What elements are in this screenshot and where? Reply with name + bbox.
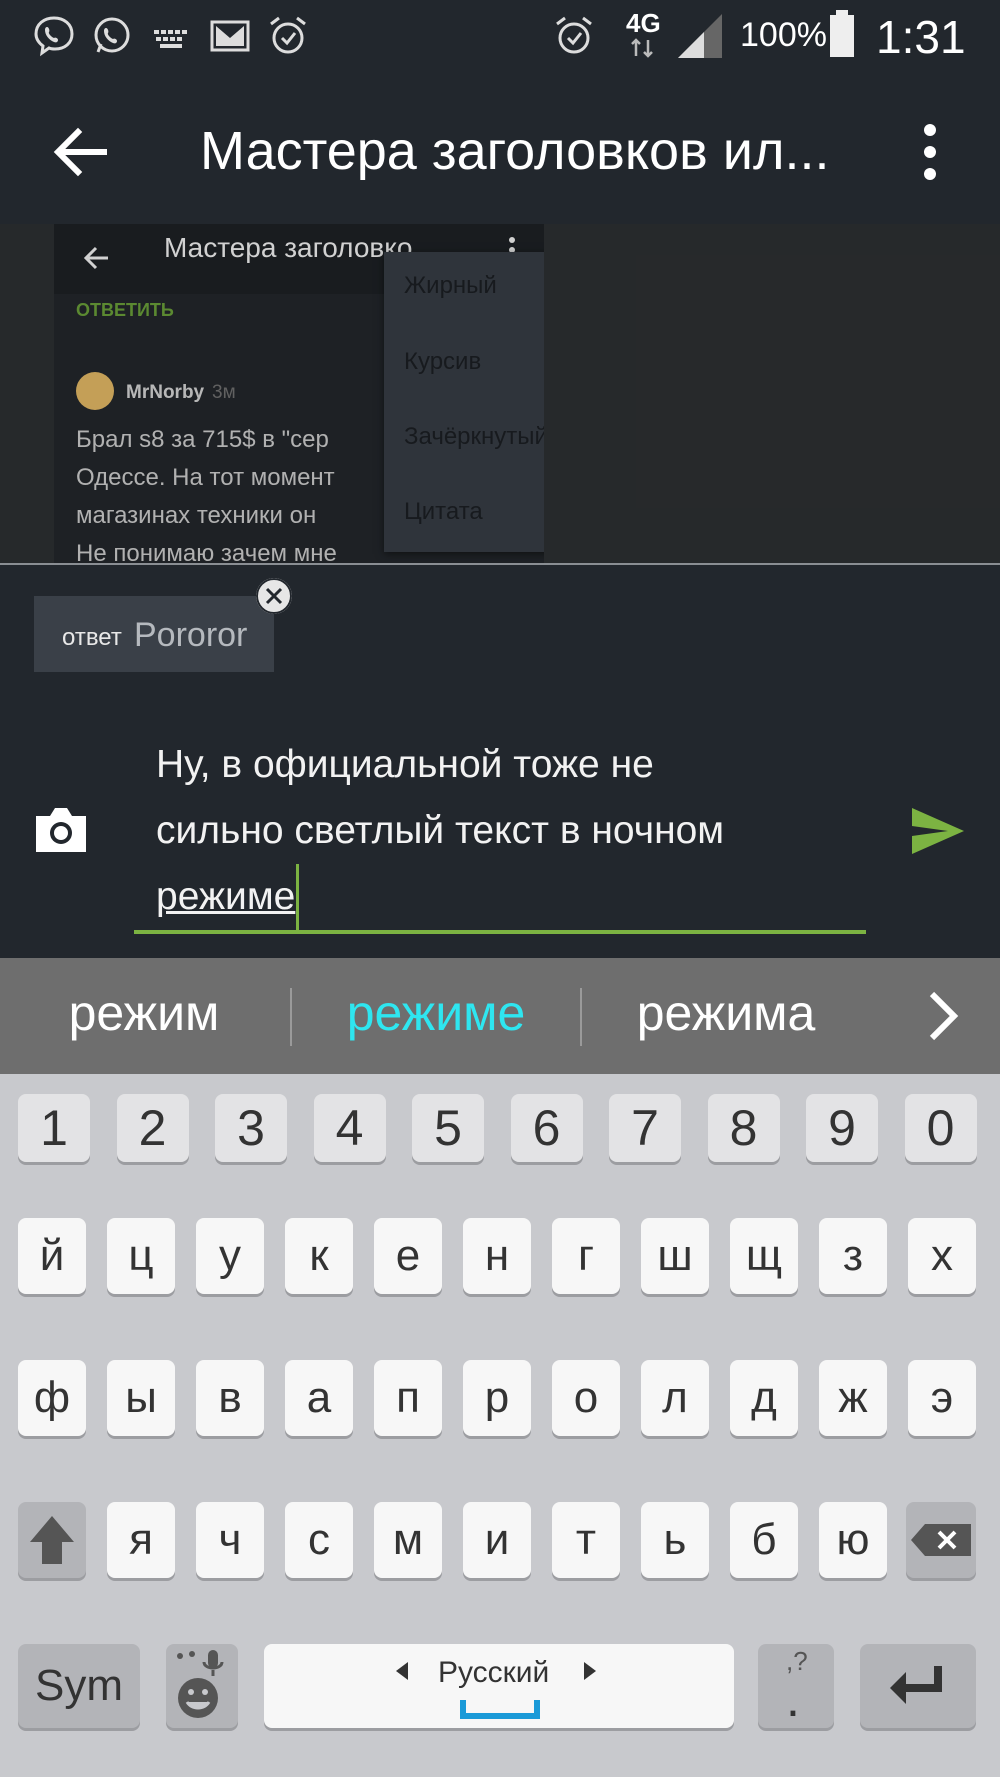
backspace-icon: [911, 1524, 971, 1556]
number-key[interactable]: 4: [313, 1094, 386, 1162]
letter-key[interactable]: в: [196, 1360, 264, 1436]
enter-icon: [890, 1666, 942, 1704]
sym-key[interactable]: Sym: [18, 1644, 140, 1728]
number-key[interactable]: 8: [707, 1094, 780, 1162]
number-key[interactable]: 7: [609, 1094, 681, 1162]
reply-prefix: ответ: [62, 624, 122, 651]
signal-icon: [678, 14, 722, 58]
emoji-key[interactable]: [166, 1644, 238, 1728]
letter-key[interactable]: а: [285, 1360, 353, 1436]
letter-key[interactable]: т: [552, 1502, 620, 1578]
letter-key[interactable]: л: [641, 1360, 709, 1436]
letter-key[interactable]: ь: [641, 1502, 709, 1578]
space-bar-icon: [460, 1700, 540, 1719]
divider: [290, 988, 292, 1046]
letter-key[interactable]: з: [819, 1218, 887, 1294]
number-key[interactable]: 5: [412, 1094, 484, 1162]
letter-key[interactable]: я: [107, 1502, 175, 1578]
send-icon[interactable]: [910, 806, 966, 856]
letter-key[interactable]: г: [552, 1218, 620, 1294]
letter-key[interactable]: р: [463, 1360, 531, 1436]
viber-icon: [34, 16, 74, 57]
chevron-right-icon: [584, 1662, 596, 1680]
letter-key[interactable]: ш: [641, 1218, 709, 1294]
number-key[interactable]: 9: [806, 1094, 878, 1162]
letter-key[interactable]: щ: [730, 1218, 798, 1294]
letter-key[interactable]: м: [374, 1502, 442, 1578]
close-icon[interactable]: [256, 578, 292, 614]
letter-key[interactable]: х: [908, 1218, 976, 1294]
letter-key[interactable]: ю: [819, 1502, 887, 1578]
more-vert-icon[interactable]: [900, 112, 960, 192]
backspace-key[interactable]: [906, 1502, 976, 1578]
suggestion-item-selected[interactable]: режиме: [306, 984, 566, 1042]
number-key[interactable]: 3: [215, 1094, 287, 1162]
period-label: .: [786, 1671, 800, 1727]
space-key[interactable]: Русский: [264, 1644, 734, 1728]
app-bar: Мастера заголовков ил...: [0, 76, 1000, 224]
status-bar: 4G 100% 1:31: [0, 0, 1000, 76]
mail-icon: [210, 20, 250, 52]
suggestion-item[interactable]: режим: [14, 984, 274, 1042]
preview-overlay: [0, 224, 1000, 564]
letter-key[interactable]: ц: [107, 1218, 175, 1294]
number-key[interactable]: 1: [18, 1094, 90, 1162]
whatsapp-icon: [94, 17, 130, 53]
letter-key[interactable]: е: [374, 1218, 442, 1294]
message-input[interactable]: Ну, в официальной тоже не сильно светлый…: [156, 732, 856, 930]
keyboard: 1234567890 йцукенгшщзх фывапролджэ ячсми…: [0, 1074, 1000, 1777]
message-line-composing: режиме: [156, 864, 300, 930]
message-line: сильно светлый текст в ночном: [156, 809, 725, 852]
letter-key[interactable]: н: [463, 1218, 531, 1294]
chevron-right-icon[interactable]: [920, 988, 966, 1044]
letter-key[interactable]: д: [730, 1360, 798, 1436]
shift-key[interactable]: [18, 1502, 86, 1578]
letter-key[interactable]: с: [285, 1502, 353, 1578]
chevron-left-icon: [396, 1662, 408, 1680]
letter-key[interactable]: у: [196, 1218, 264, 1294]
letter-key[interactable]: б: [730, 1502, 798, 1578]
letter-key[interactable]: ж: [819, 1360, 887, 1436]
data-arrows-icon: [631, 38, 653, 58]
attached-image-preview[interactable]: Мастера заголовко ОТВЕТИТЬ MrNorby 3м Бр…: [0, 224, 1000, 564]
arrow-back-icon[interactable]: [40, 112, 120, 192]
letter-key[interactable]: ы: [107, 1360, 175, 1436]
alarm-icon: [270, 16, 306, 54]
letter-key[interactable]: э: [908, 1360, 976, 1436]
page-title: Мастера заголовков ил...: [200, 121, 830, 181]
reply-username: Pororor: [134, 616, 248, 654]
battery-percent: 100%: [740, 16, 827, 54]
divider: [0, 563, 1000, 565]
enter-key[interactable]: [860, 1644, 976, 1728]
shift-arrow-icon: [30, 1516, 74, 1564]
network-type: 4G: [626, 8, 661, 38]
suggestion-strip: режим режиме режима: [0, 958, 1000, 1074]
input-underline: [134, 930, 866, 934]
number-key[interactable]: 0: [904, 1094, 977, 1162]
battery-icon: [830, 10, 854, 57]
letter-key[interactable]: к: [285, 1218, 353, 1294]
message-line: Ну, в официальной тоже не: [156, 743, 654, 786]
letter-key[interactable]: й: [18, 1218, 86, 1294]
letter-key[interactable]: и: [463, 1502, 531, 1578]
keyboard-icon: [154, 30, 187, 48]
alarm-icon: [556, 16, 592, 54]
suggestion-item[interactable]: режима: [596, 984, 856, 1042]
letter-key[interactable]: ч: [196, 1502, 264, 1578]
number-key[interactable]: 6: [510, 1094, 583, 1162]
emoji-mic-icon: [177, 1650, 224, 1718]
number-key[interactable]: 2: [116, 1094, 189, 1162]
divider: [580, 988, 582, 1046]
letter-key[interactable]: ф: [18, 1360, 86, 1436]
clock: 1:31: [876, 11, 966, 63]
reply-chip: ответ Pororor: [34, 596, 274, 672]
period-key[interactable]: ,? .: [758, 1644, 834, 1728]
letter-key[interactable]: о: [552, 1360, 620, 1436]
language-label: Русский: [438, 1656, 550, 1689]
letter-key[interactable]: п: [374, 1360, 442, 1436]
camera-icon[interactable]: [32, 800, 90, 858]
